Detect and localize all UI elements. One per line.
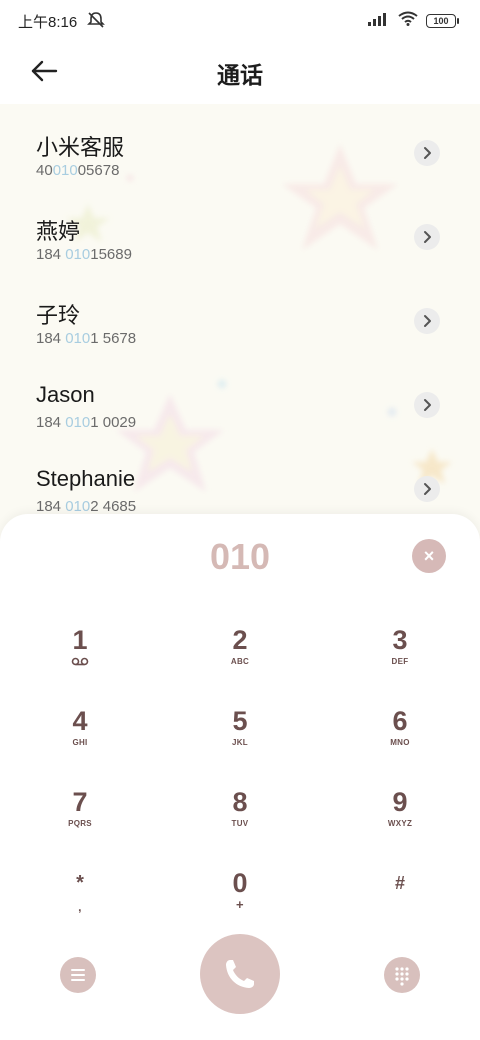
key-letters: TUV — [231, 819, 249, 828]
call-button[interactable] — [200, 934, 280, 1014]
contact-number: 184 0102 4685 — [36, 498, 137, 515]
chevron-right-icon[interactable] — [414, 392, 440, 418]
key-letters: WXYZ — [387, 819, 413, 828]
key-digit: 9 — [392, 787, 408, 817]
contact-name: Jason — [36, 382, 95, 407]
key-digit: * — [76, 872, 84, 894]
dialpad-sheet: 010 × 1 2 ABC 3 DEF 4 GHI 5 JKL 6 MNO 7 … — [0, 514, 480, 1040]
status-bar: 上午8:16 100 — [0, 0, 480, 42]
contact-name: 小米客服 — [36, 135, 125, 160]
dialpad-key-9[interactable]: 9 WXYZ — [340, 788, 460, 858]
contact-number: 4001005678 — [36, 162, 120, 179]
key-digit: 6 — [392, 706, 408, 736]
voicemail-icon — [20, 657, 140, 667]
contact-number: 184 01015689 — [36, 246, 132, 263]
list-item[interactable]: 小米客服 4001005678 — [0, 114, 480, 198]
key-letters: JKL — [231, 738, 248, 747]
wifi-icon — [398, 11, 418, 31]
phone-icon — [200, 960, 280, 1018]
key-letters: ABC — [230, 657, 250, 666]
dialpad-key-2[interactable]: 2 ABC — [180, 626, 300, 696]
chevron-right-icon[interactable] — [414, 140, 440, 166]
dialpad-key-5[interactable]: 5 JKL — [180, 707, 300, 777]
dialpad-key-4[interactable]: 4 GHI — [20, 707, 140, 777]
contact-name: Stephanie — [36, 466, 136, 491]
key-digit: 5 — [232, 706, 248, 736]
signal-icon — [368, 12, 390, 31]
contact-name: 子玲 — [36, 303, 81, 328]
status-time: 上午8:16 — [18, 14, 78, 31]
contact-number: 184 0101 0029 — [36, 414, 137, 431]
clear-icon[interactable]: × — [412, 539, 446, 573]
dialpad-key-8[interactable]: 8 TUV — [180, 788, 300, 858]
dialpad-key-3[interactable]: 3 DEF — [340, 626, 460, 696]
key-digit: # — [394, 873, 405, 893]
menu-icon — [60, 969, 96, 997]
dialpad-key-1[interactable]: 1 — [20, 626, 140, 696]
contact-number: 184 0101 5678 — [36, 330, 137, 347]
key-letters: + — [236, 897, 244, 912]
page-title: 通话 — [217, 62, 263, 88]
key-letters: MNO — [390, 738, 410, 747]
key-letters: GHI — [72, 738, 88, 747]
dialpad-key-6[interactable]: 6 MNO — [340, 707, 460, 777]
battery-icon: 100 — [426, 14, 459, 28]
dialpad-grid-icon — [384, 967, 420, 997]
menu-button[interactable] — [60, 957, 96, 993]
list-item[interactable]: Jason 184 0101 0029 — [0, 366, 480, 450]
key-digit: 7 — [72, 787, 88, 817]
key-digit: 2 — [232, 625, 248, 655]
contact-name: 燕婷 — [36, 219, 81, 244]
key-digit: 1 — [72, 625, 88, 655]
key-letters: DEF — [391, 657, 409, 666]
dialpad-key-pound[interactable]: # — [340, 869, 460, 939]
app-header: 通话 — [0, 42, 480, 104]
key-letters: PQRS — [68, 819, 92, 828]
dialed-number-display[interactable]: 010 — [0, 536, 480, 578]
dialpad-key-star[interactable]: * , — [20, 869, 140, 939]
dialpad-key-7[interactable]: 7 PQRS — [20, 788, 140, 858]
mute-icon — [86, 11, 106, 34]
chevron-right-icon[interactable] — [414, 308, 440, 334]
key-letters: , — [78, 900, 82, 914]
chevron-right-icon[interactable] — [414, 224, 440, 250]
chevron-right-icon[interactable] — [414, 476, 440, 502]
dialpad-key-0[interactable]: 0 + — [180, 869, 300, 939]
list-item[interactable]: 燕婷 184 01015689 — [0, 198, 480, 282]
key-digit: 3 — [392, 625, 408, 655]
list-item[interactable]: 子玲 184 0101 5678 — [0, 282, 480, 366]
dialpad-toggle-button[interactable] — [384, 957, 420, 993]
key-digit: 0 — [232, 868, 248, 898]
key-digit: 4 — [72, 706, 88, 736]
key-digit: 8 — [232, 787, 248, 817]
